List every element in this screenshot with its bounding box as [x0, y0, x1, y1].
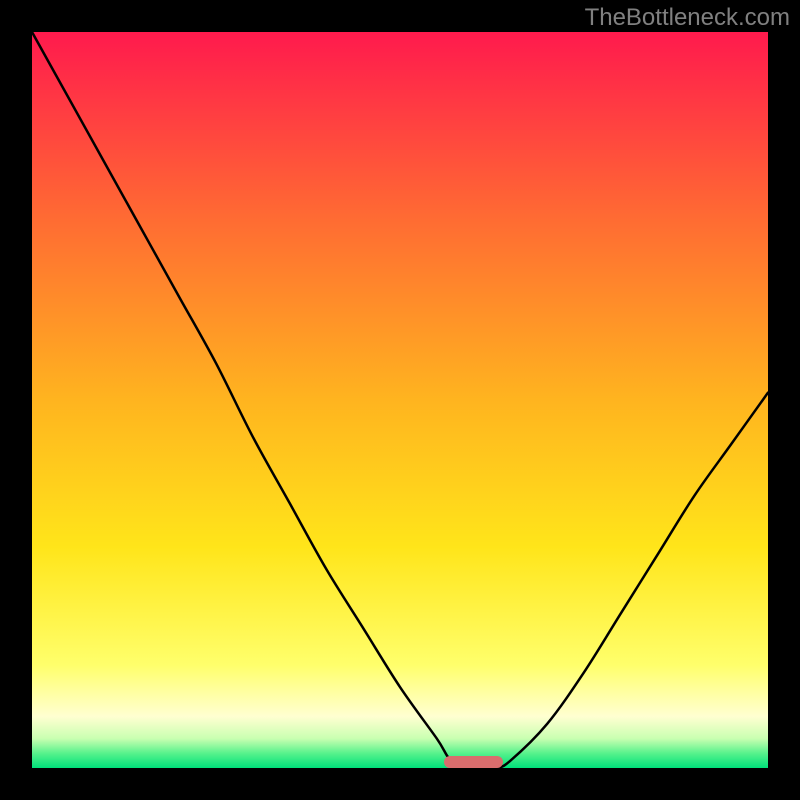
- watermark-text: TheBottleneck.com: [585, 4, 790, 32]
- bottleneck-curve: [32, 32, 768, 768]
- optimal-marker: [444, 756, 503, 768]
- plot-area: [32, 32, 768, 768]
- chart-container: TheBottleneck.com: [0, 0, 800, 800]
